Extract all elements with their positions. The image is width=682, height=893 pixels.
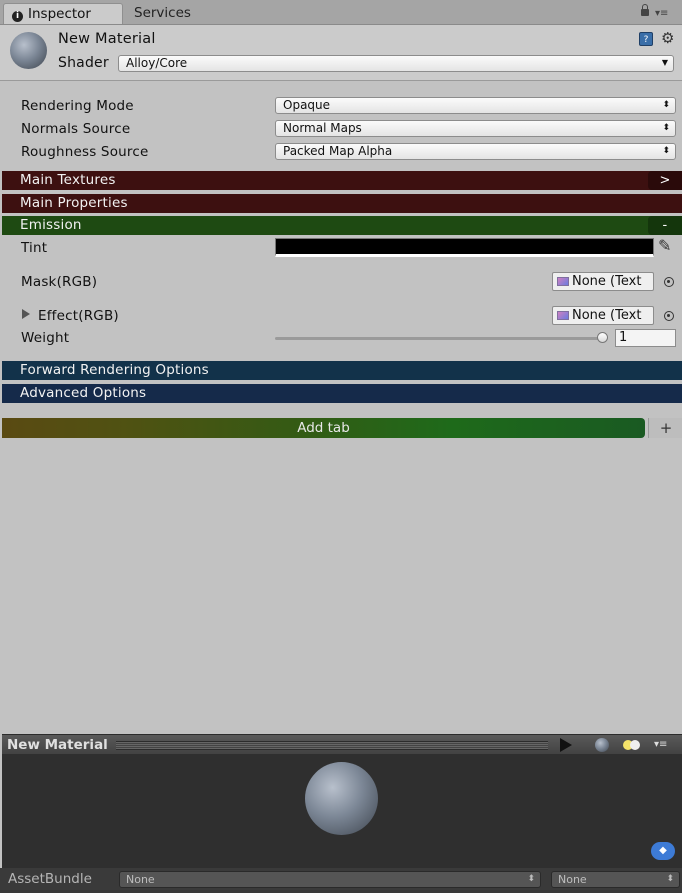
- collapse-button[interactable]: -: [648, 216, 682, 235]
- chevron-down-icon: ▼: [661, 58, 668, 67]
- assetbundle-bar: AssetBundle None ⬍ None ⬍: [0, 868, 682, 893]
- section-main-textures-label: Main Textures: [20, 172, 116, 188]
- tint-label: Tint: [21, 240, 48, 256]
- mask-label: Mask(RGB): [21, 274, 98, 290]
- rendering-mode-value: Opaque: [283, 98, 331, 112]
- section-main-properties-label: Main Properties: [20, 195, 128, 211]
- material-preview[interactable]: ◆: [2, 754, 682, 868]
- info-icon: i: [12, 11, 23, 22]
- assetbundle-dropdown[interactable]: None ⬍: [119, 871, 541, 888]
- assetbundle-variant-dropdown[interactable]: None ⬍: [551, 871, 680, 888]
- add-tab-label: Add tab: [297, 420, 350, 436]
- tint-color-field[interactable]: [275, 238, 654, 257]
- section-forward-rendering-label: Forward Rendering Options: [20, 362, 209, 378]
- normals-source-value: Normal Maps: [283, 121, 362, 135]
- assetbundle-variant-value: None: [558, 873, 587, 886]
- updown-arrows-icon: ⬍: [666, 874, 674, 884]
- preview-toolbar: New Material ▾≡: [2, 734, 682, 755]
- preview-title: New Material: [7, 737, 108, 753]
- preview-sphere-toggle[interactable]: [595, 738, 609, 752]
- preview-sphere: [305, 762, 378, 835]
- foldout-arrow-icon[interactable]: [22, 309, 30, 319]
- weight-slider-thumb[interactable]: [597, 332, 608, 343]
- material-header: New Material Shader Alloy/Core ▼ ? ⚙: [0, 25, 682, 81]
- section-advanced-label: Advanced Options: [20, 385, 147, 401]
- object-picker-icon[interactable]: [664, 277, 674, 287]
- weight-value: 1: [619, 330, 628, 345]
- asset-label-icon[interactable]: ◆: [651, 842, 675, 860]
- normals-source-dropdown[interactable]: Normal Maps ⬍: [275, 120, 676, 137]
- preview-menu-icon[interactable]: ▾≡: [654, 737, 667, 753]
- object-picker-icon[interactable]: [664, 311, 674, 321]
- updown-arrows-icon: ⬍: [527, 874, 535, 884]
- roughness-source-value: Packed Map Alpha: [283, 144, 393, 158]
- roughness-source-label: Roughness Source: [21, 144, 149, 160]
- section-main-properties[interactable]: Main Properties: [2, 194, 682, 213]
- shader-label: Shader: [58, 55, 109, 71]
- weight-value-field[interactable]: 1: [615, 329, 676, 347]
- menu-icon[interactable]: ▾≡: [655, 8, 675, 20]
- add-tab-plus-button[interactable]: +: [648, 418, 682, 438]
- updown-arrows-icon: ⬍: [662, 100, 670, 110]
- light-toggle-icon[interactable]: [623, 739, 641, 751]
- mask-texture-value: None (Text: [572, 274, 642, 289]
- help-book-icon[interactable]: ?: [639, 32, 653, 46]
- weight-label: Weight: [21, 330, 70, 346]
- gear-icon[interactable]: ⚙: [661, 29, 674, 47]
- effect-label: Effect(RGB): [38, 308, 119, 324]
- updown-arrows-icon: ⬍: [662, 123, 670, 133]
- add-tab-button[interactable]: Add tab: [2, 418, 645, 438]
- expand-button[interactable]: >: [648, 171, 682, 190]
- preview-drag-handle[interactable]: [116, 741, 548, 750]
- updown-arrows-icon: ⬍: [662, 146, 670, 156]
- assetbundle-label: AssetBundle: [8, 871, 92, 887]
- lock-icon[interactable]: [641, 4, 649, 16]
- effect-texture-value: None (Text: [572, 308, 642, 323]
- tab-services[interactable]: Services: [128, 3, 191, 24]
- section-forward-rendering-options[interactable]: Forward Rendering Options: [2, 361, 682, 380]
- section-emission-label: Emission: [20, 217, 82, 233]
- section-emission[interactable]: Emission -: [2, 216, 682, 235]
- rendering-mode-label: Rendering Mode: [21, 98, 134, 114]
- normals-source-label: Normals Source: [21, 121, 131, 137]
- section-advanced-options[interactable]: Advanced Options: [2, 384, 682, 403]
- texture-icon: [557, 277, 569, 286]
- shader-dropdown[interactable]: Alloy/Core ▼: [118, 55, 674, 72]
- rendering-mode-dropdown[interactable]: Opaque ⬍: [275, 97, 676, 114]
- shader-value: Alloy/Core: [126, 56, 188, 70]
- play-icon[interactable]: [560, 738, 572, 752]
- material-name: New Material: [58, 31, 156, 47]
- weight-slider-track[interactable]: [275, 337, 605, 340]
- roughness-source-dropdown[interactable]: Packed Map Alpha ⬍: [275, 143, 676, 160]
- eyedropper-icon[interactable]: ✎: [658, 236, 671, 255]
- effect-texture-field[interactable]: None (Text: [552, 306, 654, 325]
- tab-inspector-label: Inspector: [28, 6, 91, 22]
- tab-strip: i Inspector Services ▾≡: [0, 0, 682, 25]
- tab-inspector[interactable]: i Inspector: [3, 3, 123, 24]
- assetbundle-value: None: [126, 873, 155, 886]
- material-thumbnail: [10, 32, 47, 69]
- mask-texture-field[interactable]: None (Text: [552, 272, 654, 291]
- section-main-textures[interactable]: Main Textures >: [2, 171, 682, 190]
- texture-icon: [557, 311, 569, 320]
